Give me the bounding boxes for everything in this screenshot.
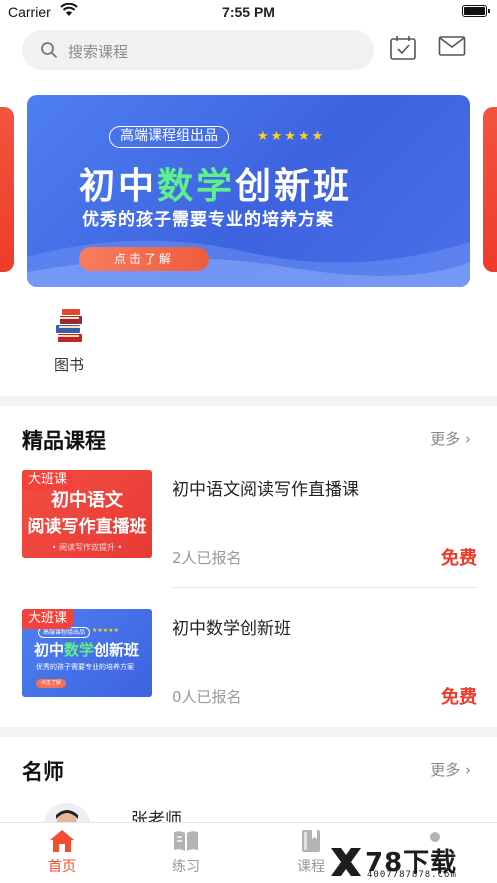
- books-icon: [56, 309, 82, 342]
- featured-section-title: 精品课程: [22, 429, 106, 453]
- banner-headline-highlight: 数学: [157, 166, 236, 207]
- thumb-subtitle: 优秀的孩子需要专业的培养方案: [36, 663, 134, 671]
- home-icon: [50, 830, 74, 852]
- course-thumbnail: 高端课程组出品 ★★★★★ 初中数学创新班 优秀的孩子需要专业的培养方案 点击了…: [22, 609, 152, 697]
- section-divider: [0, 727, 497, 737]
- chevron-right-icon: ›: [465, 761, 471, 779]
- watermark-logo: 78下载 4007787878.Com: [329, 842, 489, 882]
- promo-banner[interactable]: 高端课程组出品 ★★★★★ 初中数学创新班 优秀的孩子需要专业的培养方案 点击了…: [27, 95, 470, 287]
- tab-home[interactable]: 首页: [22, 829, 102, 876]
- watermark-url: 4007787878.Com: [367, 870, 457, 880]
- watermark-x-icon: [331, 848, 361, 876]
- course-price: 免费: [441, 548, 477, 569]
- calendar-check-icon[interactable]: [389, 34, 417, 62]
- carousel-prev-slide[interactable]: [0, 107, 14, 272]
- category-label: 图书: [53, 356, 84, 374]
- tab-practice-label: 练习: [172, 859, 200, 875]
- course-card[interactable]: 高端课程组出品 ★★★★★ 初中数学创新班 优秀的孩子需要专业的培养方案 点击了…: [22, 609, 477, 724]
- teachers-section-title: 名师: [22, 760, 64, 784]
- notebook-icon: [302, 830, 320, 852]
- banner-subtitle: 优秀的孩子需要专业的培养方案: [82, 210, 334, 230]
- course-thumbnail: 初中语文 阅读写作直播班 • 阅读写作双提升 • 大班课: [22, 470, 152, 558]
- thumb-cta: 点击了解: [36, 679, 66, 688]
- banner-headline: 初中数学创新班: [79, 157, 352, 209]
- status-bar: Carrier 7:55 PM: [0, 0, 497, 26]
- thumb-line3: • 阅读写作双提升 •: [51, 543, 123, 552]
- thumb-headline-suffix: 创新班: [94, 641, 140, 659]
- featured-more-link[interactable]: 更多 ›: [430, 428, 471, 449]
- course-enrolled: 0人已报名: [172, 688, 242, 706]
- course-title: 初中语文阅读写作直播课: [172, 480, 359, 500]
- mail-icon[interactable]: [438, 34, 466, 58]
- course-title: 初中数学创新班: [172, 619, 291, 639]
- carousel-next-slide[interactable]: [483, 107, 497, 272]
- row-divider: [172, 587, 478, 588]
- thumb-headline-highlight: 数学: [64, 641, 95, 659]
- course-price: 免费: [441, 687, 477, 708]
- banner-stars: ★★★★★: [257, 129, 326, 144]
- search-input[interactable]: 搜索课程: [22, 30, 374, 70]
- thumb-line2: 阅读写作直播班: [27, 517, 147, 537]
- tab-practice[interactable]: 练习: [146, 829, 226, 876]
- banner-cta-button[interactable]: 点击了解: [79, 247, 209, 271]
- course-badge: 大班课: [22, 609, 74, 629]
- section-divider: [0, 396, 497, 406]
- clock: 7:55 PM: [222, 4, 275, 20]
- search-icon: [41, 42, 57, 58]
- category-books[interactable]: 图书: [44, 308, 94, 375]
- battery-icon: [462, 5, 490, 17]
- banner-headline-prefix: 初中: [79, 166, 158, 207]
- thumb-headline: 初中数学创新班: [34, 639, 139, 660]
- thumb-stars: ★★★★★: [92, 627, 119, 634]
- course-enrolled: 2人已报名: [172, 549, 242, 567]
- course-badge: 大班课: [22, 470, 74, 490]
- teachers-more-label: 更多: [430, 761, 461, 779]
- banner-headline-suffix: 创新班: [235, 166, 353, 207]
- featured-more-label: 更多: [430, 430, 461, 448]
- banner-tag: 高端课程组出品: [109, 126, 229, 148]
- chevron-right-icon: ›: [465, 430, 471, 448]
- course-card[interactable]: 初中语文 阅读写作直播班 • 阅读写作双提升 • 大班课 初中语文阅读写作直播课…: [22, 470, 477, 585]
- teachers-more-link[interactable]: 更多 ›: [430, 759, 471, 780]
- search-placeholder: 搜索课程: [68, 43, 129, 61]
- tab-home-label: 首页: [48, 859, 76, 875]
- book-open-icon: [174, 831, 198, 851]
- thumb-headline-prefix: 初中: [34, 641, 65, 659]
